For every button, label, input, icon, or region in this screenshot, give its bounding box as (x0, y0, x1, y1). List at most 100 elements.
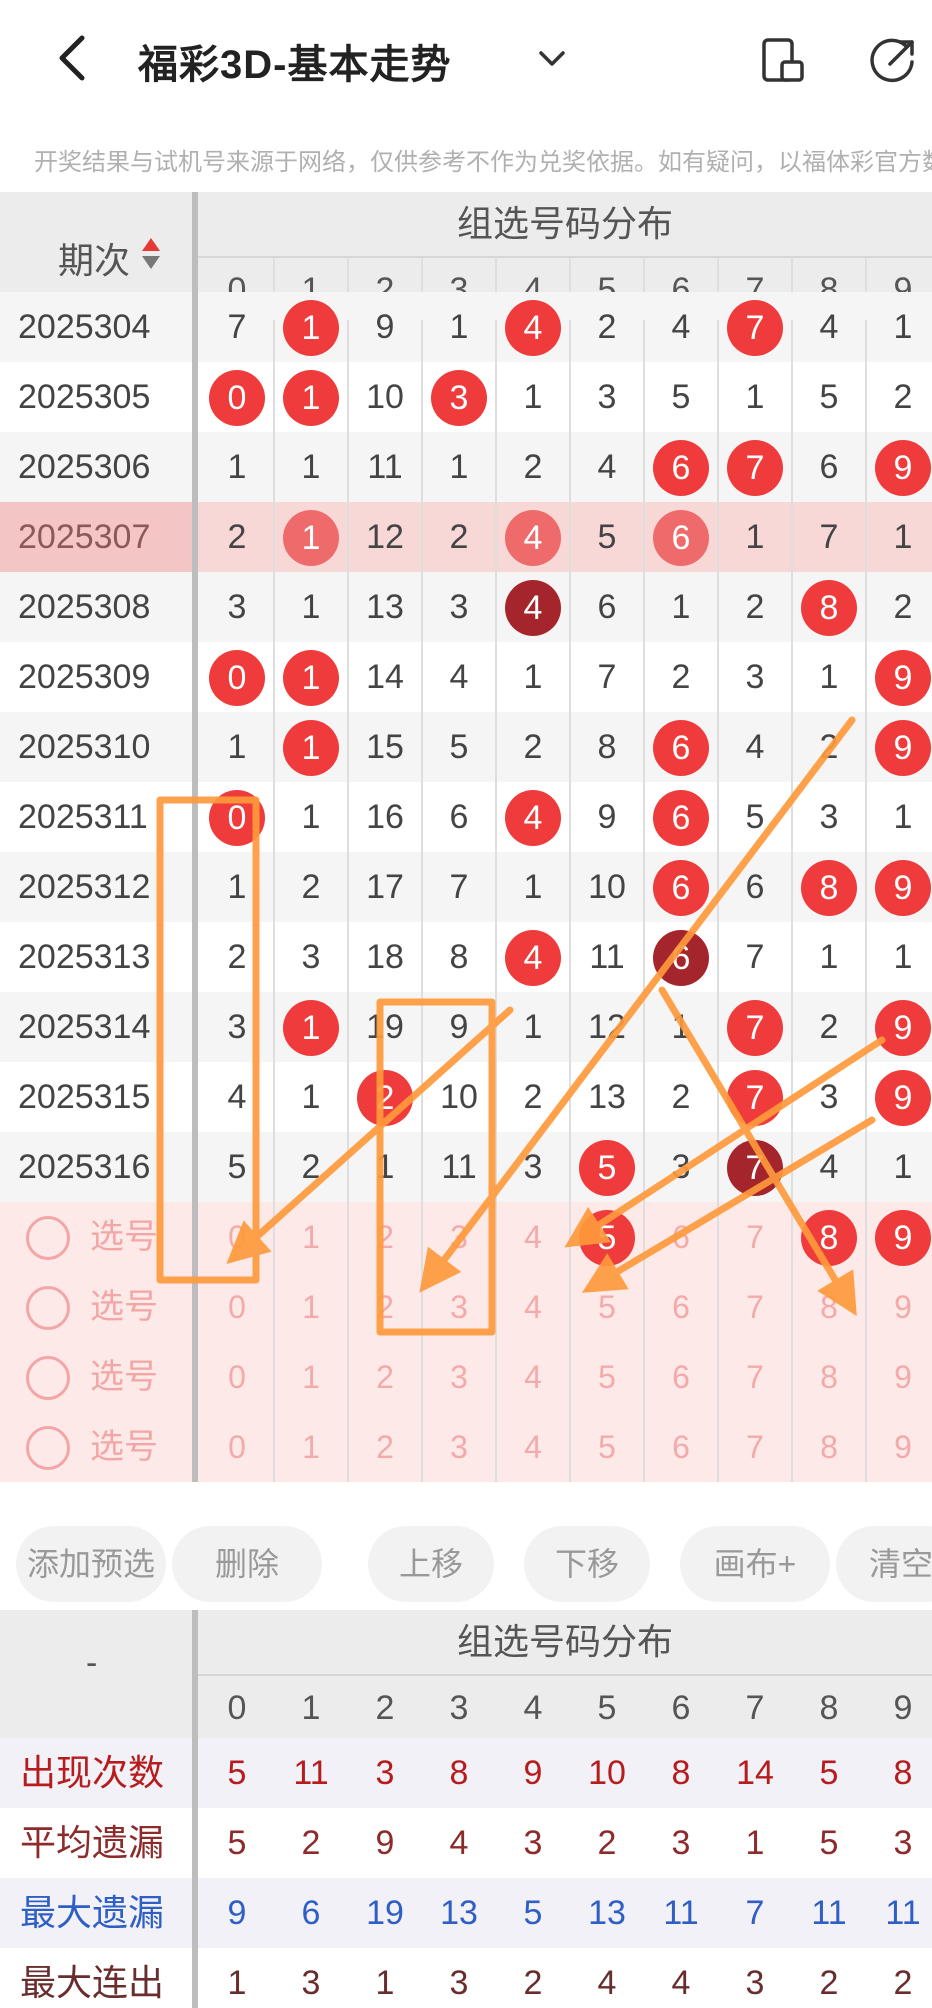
sort-desc-icon (142, 256, 160, 269)
left-column-divider (192, 192, 198, 1482)
pick-number[interactable]: 5 (570, 1342, 644, 1412)
drawn-number-ball: 7 (727, 1140, 783, 1196)
toolbar-button-5[interactable]: 清空 (836, 1526, 932, 1602)
pick-number[interactable]: 0 (200, 1412, 274, 1482)
page-title[interactable]: 福彩3D-基本走势 (138, 32, 451, 90)
pick-row-radio[interactable] (26, 1286, 70, 1330)
omission-cell: 3 (449, 588, 469, 626)
omission-cell: 7 (227, 308, 247, 346)
omission-cell: 14 (366, 658, 404, 696)
pick-number[interactable]: 8 (792, 1272, 866, 1342)
omission-cell: 12 (366, 518, 404, 556)
pick-number[interactable]: 6 (644, 1342, 718, 1412)
stats-value: 5 (227, 1754, 247, 1792)
pick-row-radio[interactable] (26, 1216, 70, 1260)
chevron-down-icon[interactable] (535, 42, 569, 76)
omission-cell: 9 (597, 798, 617, 836)
pick-number[interactable]: 9 (866, 1342, 932, 1412)
drawn-number-ball: 6 (653, 440, 709, 496)
toolbar-button-4[interactable]: 画布+ (680, 1526, 830, 1602)
stats-value: 3 (671, 1824, 691, 1862)
picked-number-ball[interactable]: 9 (875, 1210, 931, 1266)
omission-cell: 3 (301, 938, 321, 976)
pick-number[interactable]: 6 (644, 1272, 718, 1342)
pick-number[interactable]: 2 (348, 1342, 422, 1412)
picked-number-ball[interactable]: 5 (579, 1210, 635, 1266)
pick-number[interactable]: 7 (718, 1412, 792, 1482)
pick-number[interactable]: 0 (200, 1342, 274, 1412)
omission-cell: 16 (366, 798, 404, 836)
toolbar-button-2[interactable]: 上移 (368, 1526, 494, 1602)
pick-number[interactable]: 7 (718, 1272, 792, 1342)
device-icon[interactable] (760, 36, 806, 86)
picked-number-ball[interactable]: 8 (801, 1210, 857, 1266)
omission-cell: 2 (449, 518, 469, 556)
pick-number[interactable]: 7 (718, 1342, 792, 1412)
toolbar-button-1[interactable]: 删除 (172, 1526, 322, 1602)
statistics-table: - 组选号码分布 0123456789 出现次数 5 11 3 8 9 10 8 14 5 8 平均遗… (0, 1610, 932, 2008)
pick-number[interactable]: 2 (348, 1272, 422, 1342)
pick-row-label: 选号 (90, 1288, 158, 1326)
period-cell: 2025313 (18, 938, 151, 976)
pick-row-radio[interactable] (26, 1426, 70, 1470)
pick-number[interactable]: 4 (496, 1342, 570, 1412)
omission-cell: 6 (745, 868, 765, 906)
drawn-number-ball: 4 (505, 510, 561, 566)
pick-number[interactable]: 2 (348, 1202, 422, 1272)
drawn-number-ball: 9 (875, 1000, 931, 1056)
drawn-number-ball: 8 (801, 580, 857, 636)
pick-number[interactable]: 6 (644, 1412, 718, 1482)
chevron-left-icon[interactable] (50, 30, 94, 86)
pick-number[interactable]: 4 (496, 1412, 570, 1482)
omission-cell: 1 (893, 1148, 913, 1186)
stats-group-header: 组选号码分布 (198, 1610, 932, 1674)
pick-number[interactable]: 9 (866, 1412, 932, 1482)
pick-number[interactable]: 2 (348, 1412, 422, 1482)
pick-number[interactable]: 5 (570, 1272, 644, 1342)
pick-number[interactable]: 3 (422, 1412, 496, 1482)
sort-asc-icon (142, 238, 160, 251)
toolbar-button-3[interactable]: 下移 (524, 1526, 650, 1602)
share-icon[interactable] (868, 36, 918, 86)
stats-value: 2 (301, 1824, 321, 1862)
omission-cell: 4 (819, 308, 839, 346)
drawn-number-ball: 1 (283, 1000, 339, 1056)
period-cell: 2025309 (18, 658, 151, 696)
pick-number[interactable]: 7 (718, 1202, 792, 1272)
pick-number[interactable]: 0 (200, 1272, 274, 1342)
omission-cell: 13 (366, 588, 404, 626)
pick-number[interactable]: 4 (496, 1272, 570, 1342)
stats-value: 2 (523, 1964, 543, 2002)
omission-cell: 7 (745, 938, 765, 976)
omission-cell: 3 (227, 588, 247, 626)
pick-number[interactable]: 9 (866, 1272, 932, 1342)
stats-corner: - (0, 1610, 192, 1738)
omission-cell: 1 (819, 658, 839, 696)
pick-number[interactable]: 6 (644, 1202, 718, 1272)
pick-number[interactable]: 8 (792, 1342, 866, 1412)
pick-number[interactable]: 1 (274, 1342, 348, 1412)
stats-value: 2 (893, 1964, 913, 2002)
pick-number[interactable]: 1 (274, 1412, 348, 1482)
omission-cell: 19 (366, 1008, 404, 1046)
pick-row-radio[interactable] (26, 1356, 70, 1400)
toolbar-button-0[interactable]: 添加预选 (16, 1526, 166, 1602)
pick-number[interactable]: 0 (200, 1202, 274, 1272)
pick-number[interactable]: 5 (570, 1412, 644, 1482)
pick-number[interactable]: 1 (274, 1272, 348, 1342)
pick-number[interactable]: 3 (422, 1202, 496, 1272)
pick-number[interactable]: 3 (422, 1342, 496, 1412)
stats-value: 9 (227, 1894, 247, 1932)
omission-cell: 2 (745, 588, 765, 626)
drawn-number-ball: 1 (283, 510, 339, 566)
pick-number[interactable]: 1 (274, 1202, 348, 1272)
pick-number[interactable]: 3 (422, 1272, 496, 1342)
pick-number[interactable]: 8 (792, 1412, 866, 1482)
omission-cell: 1 (893, 518, 913, 556)
drawn-number-ball: 7 (727, 300, 783, 356)
drawn-number-ball: 9 (875, 1070, 931, 1126)
pick-number[interactable]: 4 (496, 1202, 570, 1272)
stats-row: 最大连出 1 3 1 3 2 4 4 3 2 2 (0, 1948, 932, 2008)
omission-cell: 4 (745, 728, 765, 766)
omission-cell: 5 (227, 1148, 247, 1186)
